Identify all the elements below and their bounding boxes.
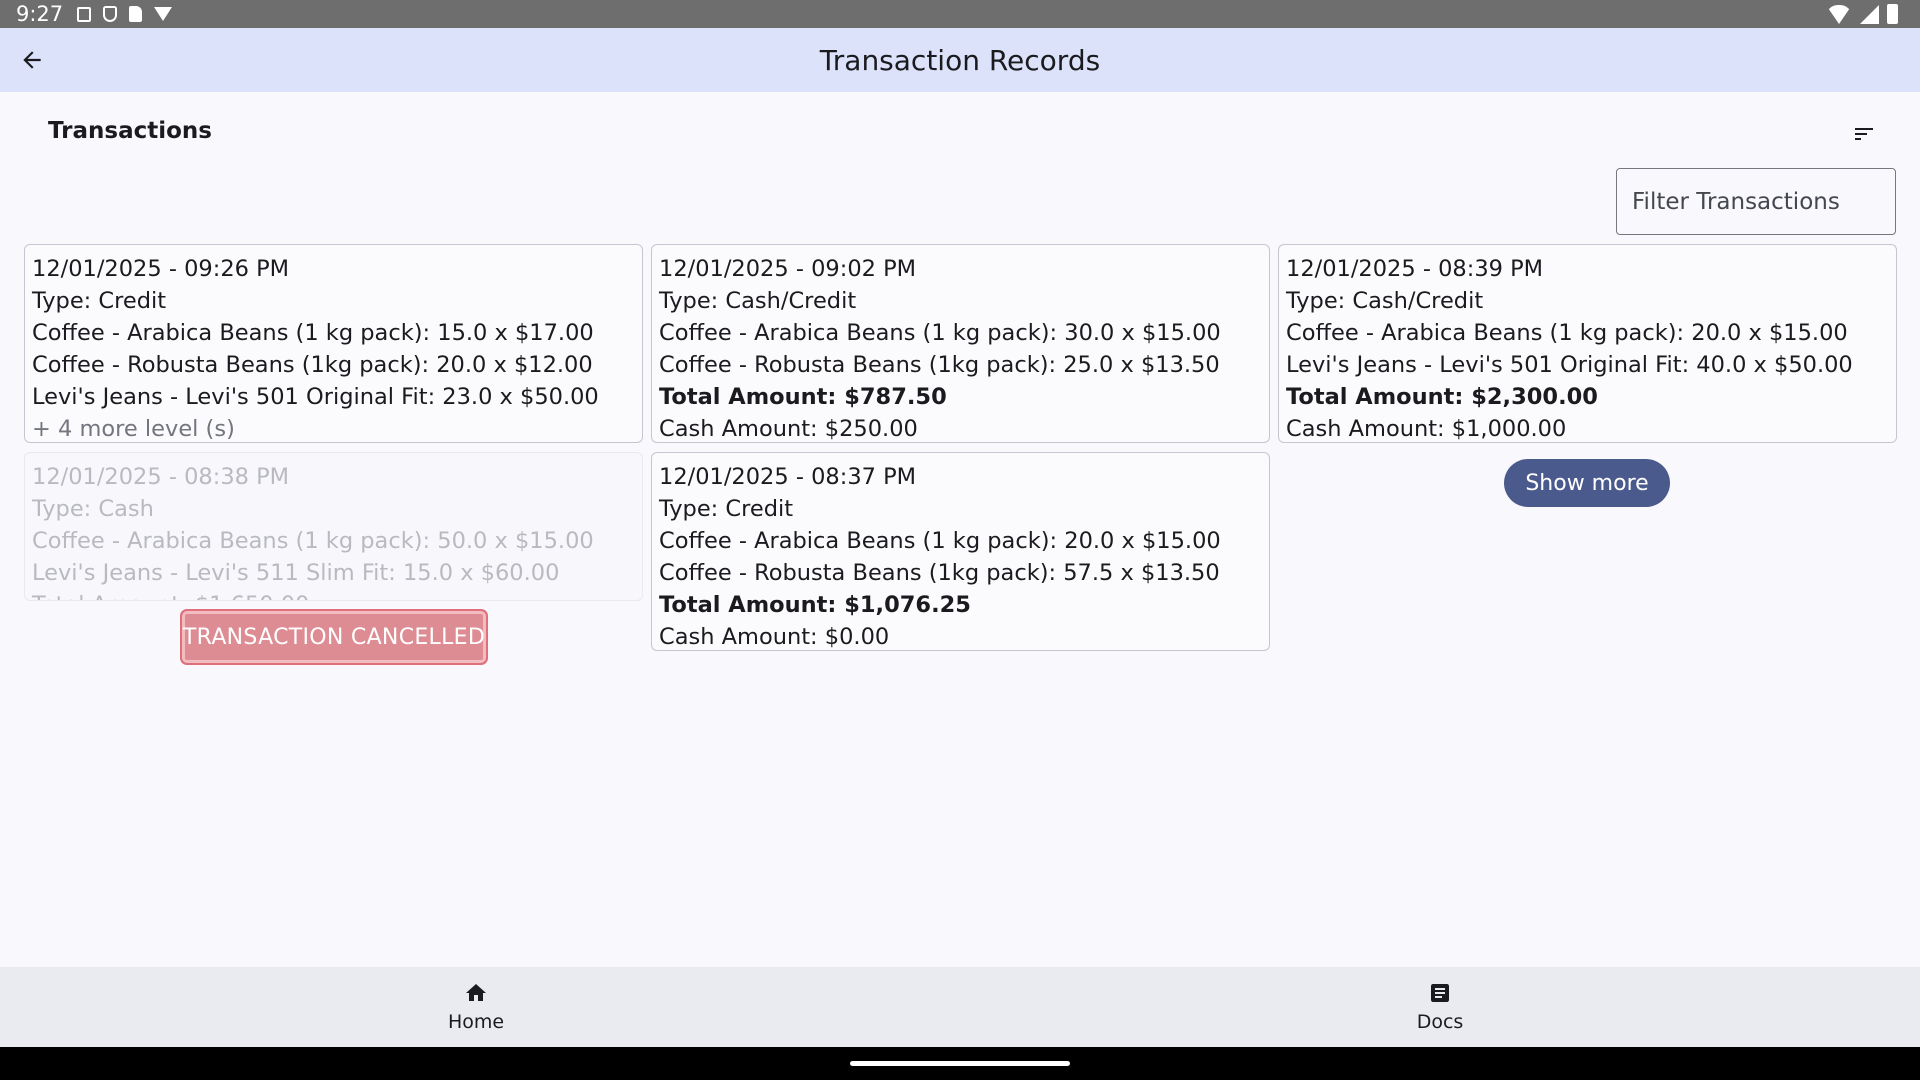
screenshot-icon xyxy=(77,6,92,22)
cash-amount: Cash Amount: $1,000.00 xyxy=(1286,416,1567,442)
status-bar: 9:27 xyxy=(0,0,1920,28)
transaction-type: Type: Credit xyxy=(659,496,794,522)
transaction-datetime: 12/01/2025 - 09:02 PM xyxy=(659,256,917,282)
show-more-button[interactable]: Show more xyxy=(1504,459,1670,507)
sd-card-icon xyxy=(129,6,143,22)
sort-button[interactable] xyxy=(1842,116,1886,152)
transaction-card[interactable]: 12/01/2025 - 09:26 PM Type: Credit Coffe… xyxy=(24,244,643,443)
more-items-text: + 4 more level (s) xyxy=(32,416,235,442)
arrow-back-icon xyxy=(23,51,41,69)
transaction-card[interactable]: 12/01/2025 - 08:37 PM Type: Credit Coffe… xyxy=(651,452,1270,651)
page-title: Transaction Records xyxy=(819,43,1101,77)
transaction-item: Coffee - Arabica Beans (1 kg pack): 20.0… xyxy=(1286,320,1848,346)
transaction-datetime: 12/01/2025 - 08:39 PM xyxy=(1286,256,1544,282)
bottom-navigation: Home Docs xyxy=(0,967,1920,1047)
transaction-datetime: 12/01/2025 - 08:37 PM xyxy=(659,464,917,490)
wifi-icon xyxy=(1826,4,1852,24)
transaction-card[interactable]: 12/01/2025 - 08:39 PM Type: Cash/Credit … xyxy=(1278,244,1897,443)
battery-icon xyxy=(1887,4,1898,24)
status-time: 9:27 xyxy=(16,2,64,26)
total-amount: Total Amount: $2,300.00 xyxy=(1286,384,1598,410)
transaction-item: Coffee - Arabica Beans (1 kg pack): 20.0… xyxy=(659,528,1221,554)
status-icons-left xyxy=(77,6,173,22)
shield-icon xyxy=(103,6,118,22)
transaction-type: Type: Credit xyxy=(32,288,167,314)
gesture-handle[interactable] xyxy=(850,1061,1070,1066)
filter-transactions-input[interactable] xyxy=(1616,168,1896,235)
transaction-item: Levi's Jeans - Levi's 501 Original Fit: … xyxy=(1286,352,1853,378)
docs-icon xyxy=(1431,984,1449,1002)
transaction-item: Coffee - Arabica Beans (1 kg pack): 30.0… xyxy=(659,320,1221,346)
transaction-item: Levi's Jeans - Levi's 511 Slim Fit: 15.0… xyxy=(32,560,560,586)
cash-amount: Cash Amount: $250.00 xyxy=(659,416,918,442)
transaction-type: Type: Cash/Credit xyxy=(1286,288,1484,314)
vpn-icon xyxy=(154,7,173,21)
total-amount: Total Amount: $787.50 xyxy=(659,384,947,410)
transaction-card[interactable]: 12/01/2025 - 09:02 PM Type: Cash/Credit … xyxy=(651,244,1270,443)
transaction-item: Levi's Jeans - Levi's 501 Original Fit: … xyxy=(32,384,599,410)
section-title: Transactions xyxy=(48,118,212,144)
nav-item-label: Home xyxy=(447,1011,505,1033)
system-gesture-bar xyxy=(0,1047,1920,1080)
transaction-item: Coffee - Arabica Beans (1 kg pack): 15.0… xyxy=(32,320,594,346)
transaction-item: Coffee - Robusta Beans (1kg pack): 57.5 … xyxy=(659,560,1220,586)
sort-icon xyxy=(1855,128,1873,140)
home-icon xyxy=(466,984,486,1001)
transaction-cancelled-badge: TRANSACTION CANCELLED xyxy=(180,609,488,665)
transaction-type: Type: Cash/Credit xyxy=(659,288,857,314)
transaction-card-cancelled[interactable]: 12/01/2025 - 08:38 PM Type: Cash Coffee … xyxy=(24,452,643,601)
status-icons-right xyxy=(1826,4,1898,24)
transaction-datetime: 12/01/2025 - 09:26 PM xyxy=(32,256,290,282)
transaction-item: Coffee - Arabica Beans (1 kg pack): 50.0… xyxy=(32,528,594,554)
nav-item-label: Docs xyxy=(1416,1011,1464,1033)
transaction-item: Coffee - Robusta Beans (1kg pack): 25.0 … xyxy=(659,352,1220,378)
transaction-datetime: 12/01/2025 - 08:38 PM xyxy=(32,464,290,490)
app-bar: Transaction Records xyxy=(0,28,1920,92)
total-amount: Total Amount: $1,076.25 xyxy=(659,592,971,618)
total-amount: Total Amount: $1,650.00 xyxy=(32,589,635,600)
cash-amount: Cash Amount: $0.00 xyxy=(659,624,890,650)
nav-item-docs[interactable]: Docs xyxy=(1350,967,1530,1047)
cellular-signal-icon xyxy=(1860,4,1879,24)
nav-item-home[interactable]: Home xyxy=(386,967,566,1047)
back-button[interactable] xyxy=(10,38,54,82)
transaction-type: Type: Cash xyxy=(32,496,154,522)
transaction-item: Coffee - Robusta Beans (1kg pack): 20.0 … xyxy=(32,352,593,378)
